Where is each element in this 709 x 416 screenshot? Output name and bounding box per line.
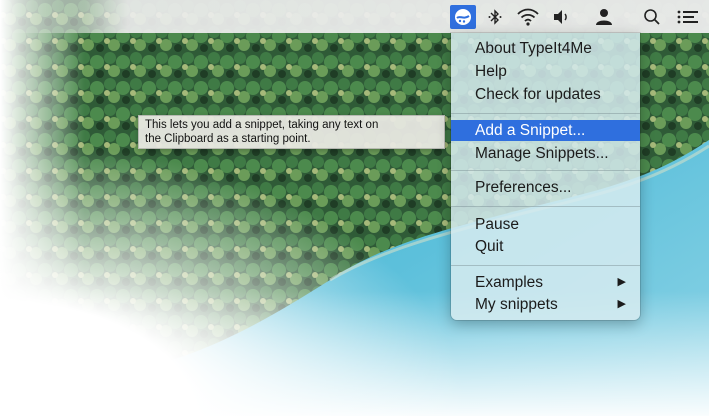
menu-item-label: Check for updates [475,86,601,103]
submenu-arrow-icon: ▶ [617,276,626,288]
menu-separator [451,265,640,266]
volume-icon[interactable] [551,6,573,28]
typeit4me-icon[interactable] [450,5,476,29]
menu-item-label: Preferences... [475,179,572,196]
menu-item-label: Add a Snippet... [475,122,586,139]
menu-item-examples[interactable]: Examples ▶ [451,272,640,293]
menu-separator [451,113,640,114]
menu-bar [0,0,709,33]
menu-item-label: Manage Snippets... [475,145,609,162]
menu-item-help[interactable]: Help [451,61,640,82]
menu-item-label: Help [475,63,507,80]
menu-item-check-updates[interactable]: Check for updates [451,84,640,105]
menu-item-label: Quit [475,238,504,255]
submenu-arrow-icon: ▶ [617,298,626,310]
user-icon[interactable] [593,6,615,28]
tooltip-line-2: the Clipboard as a starting point. [145,133,311,145]
tooltip-line-1: This lets you add a snippet, taking any … [145,119,379,131]
menu-separator [451,170,640,171]
menu-separator [451,206,640,207]
menu-item-manage-snippets[interactable]: Manage Snippets... [451,143,640,164]
menu-item-label: Examples [475,274,544,291]
wifi-icon[interactable] [516,6,540,28]
menu-item-label: My snippets [475,296,558,313]
tooltip: This lets you add a snippet, taking any … [138,115,445,149]
menu-item-label: About TypeIt4Me [475,40,592,57]
typeit4me-menu: About TypeIt4Me Help Check for updates A… [451,33,640,320]
search-icon[interactable] [641,6,663,28]
menu-item-my-snippets[interactable]: My snippets ▶ [451,294,640,315]
menu-item-about[interactable]: About TypeIt4Me [451,38,640,59]
menu-item-label: Pause [475,216,519,233]
menu-item-pause[interactable]: Pause [451,214,640,235]
menu-item-quit[interactable]: Quit [451,236,640,257]
bluetooth-icon[interactable] [486,6,504,28]
menu-item-add-snippet[interactable]: Add a Snippet... [451,120,640,141]
notification-list-icon[interactable] [676,6,700,28]
menu-item-preferences[interactable]: Preferences... [451,177,640,198]
